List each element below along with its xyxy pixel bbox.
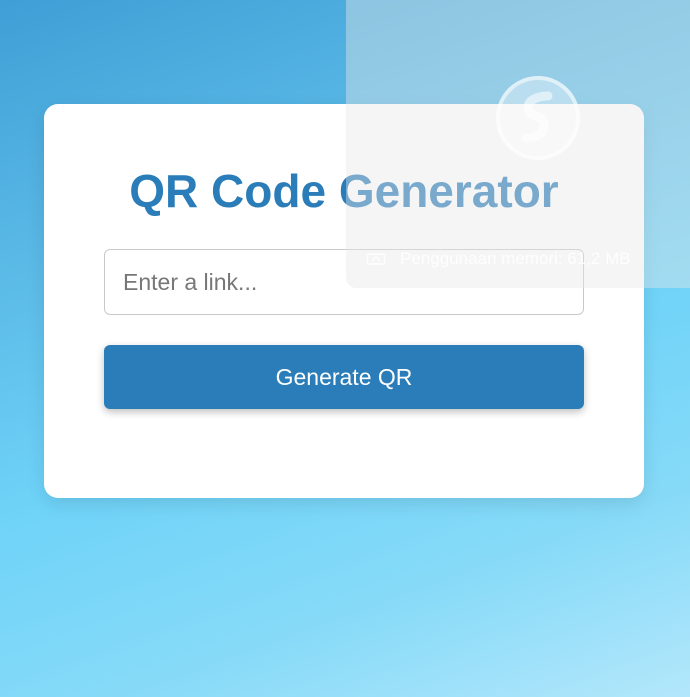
memory-chip-icon (366, 251, 386, 267)
memory-usage-overlay: Penggunaan memori: 61,2 MB (346, 0, 690, 288)
circular-logo-icon (496, 76, 580, 160)
memory-status: Penggunaan memori: 61,2 MB (366, 248, 631, 270)
generate-qr-button[interactable]: Generate QR (104, 345, 584, 409)
memory-usage-text: Penggunaan memori: 61,2 MB (400, 249, 631, 268)
